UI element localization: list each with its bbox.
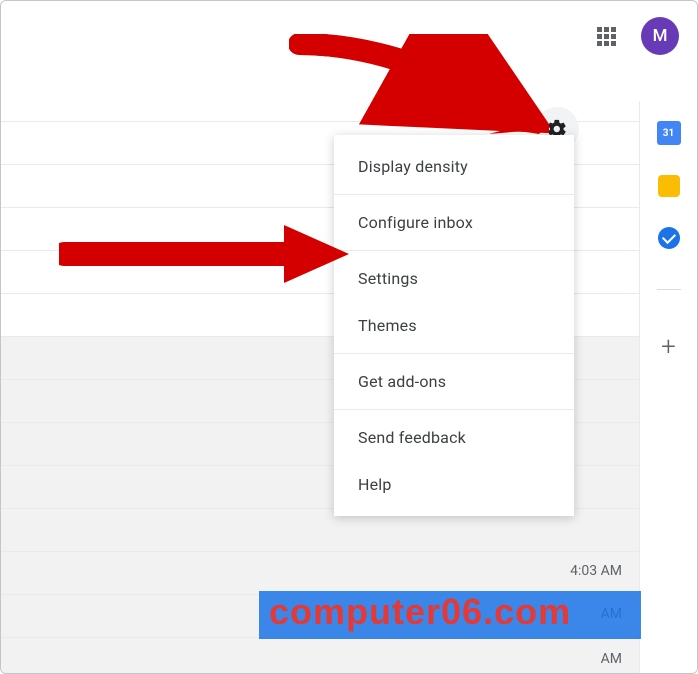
- watermark: computer06.com: [269, 591, 571, 633]
- mail-row[interactable]: [1, 552, 641, 595]
- mail-time: 4:03 AM: [570, 563, 622, 579]
- avatar[interactable]: M: [641, 17, 679, 55]
- calendar-icon[interactable]: 31: [657, 121, 681, 145]
- google-apps-icon[interactable]: [597, 27, 616, 46]
- tasks-icon[interactable]: [658, 227, 680, 249]
- annotation-arrow-icon: [59, 219, 349, 289]
- annotation-arrow-icon: [289, 34, 549, 134]
- divider: [334, 409, 574, 410]
- divider: [657, 289, 681, 290]
- menu-display-density[interactable]: Display density: [334, 143, 574, 190]
- mail-time: AM: [601, 651, 622, 667]
- settings-dropdown: Display density Configure inbox Settings…: [334, 135, 574, 516]
- mail-row[interactable]: [1, 638, 641, 674]
- menu-help[interactable]: Help: [334, 461, 574, 508]
- menu-configure-inbox[interactable]: Configure inbox: [334, 199, 574, 246]
- divider: [334, 353, 574, 354]
- keep-icon[interactable]: [658, 175, 680, 197]
- menu-send-feedback[interactable]: Send feedback: [334, 414, 574, 461]
- side-panel: 31 +: [639, 101, 697, 673]
- menu-get-addons[interactable]: Get add-ons: [334, 358, 574, 405]
- divider: [334, 250, 574, 251]
- divider: [334, 194, 574, 195]
- menu-settings[interactable]: Settings: [334, 255, 574, 302]
- menu-themes[interactable]: Themes: [334, 302, 574, 349]
- add-addon-icon[interactable]: +: [657, 335, 681, 359]
